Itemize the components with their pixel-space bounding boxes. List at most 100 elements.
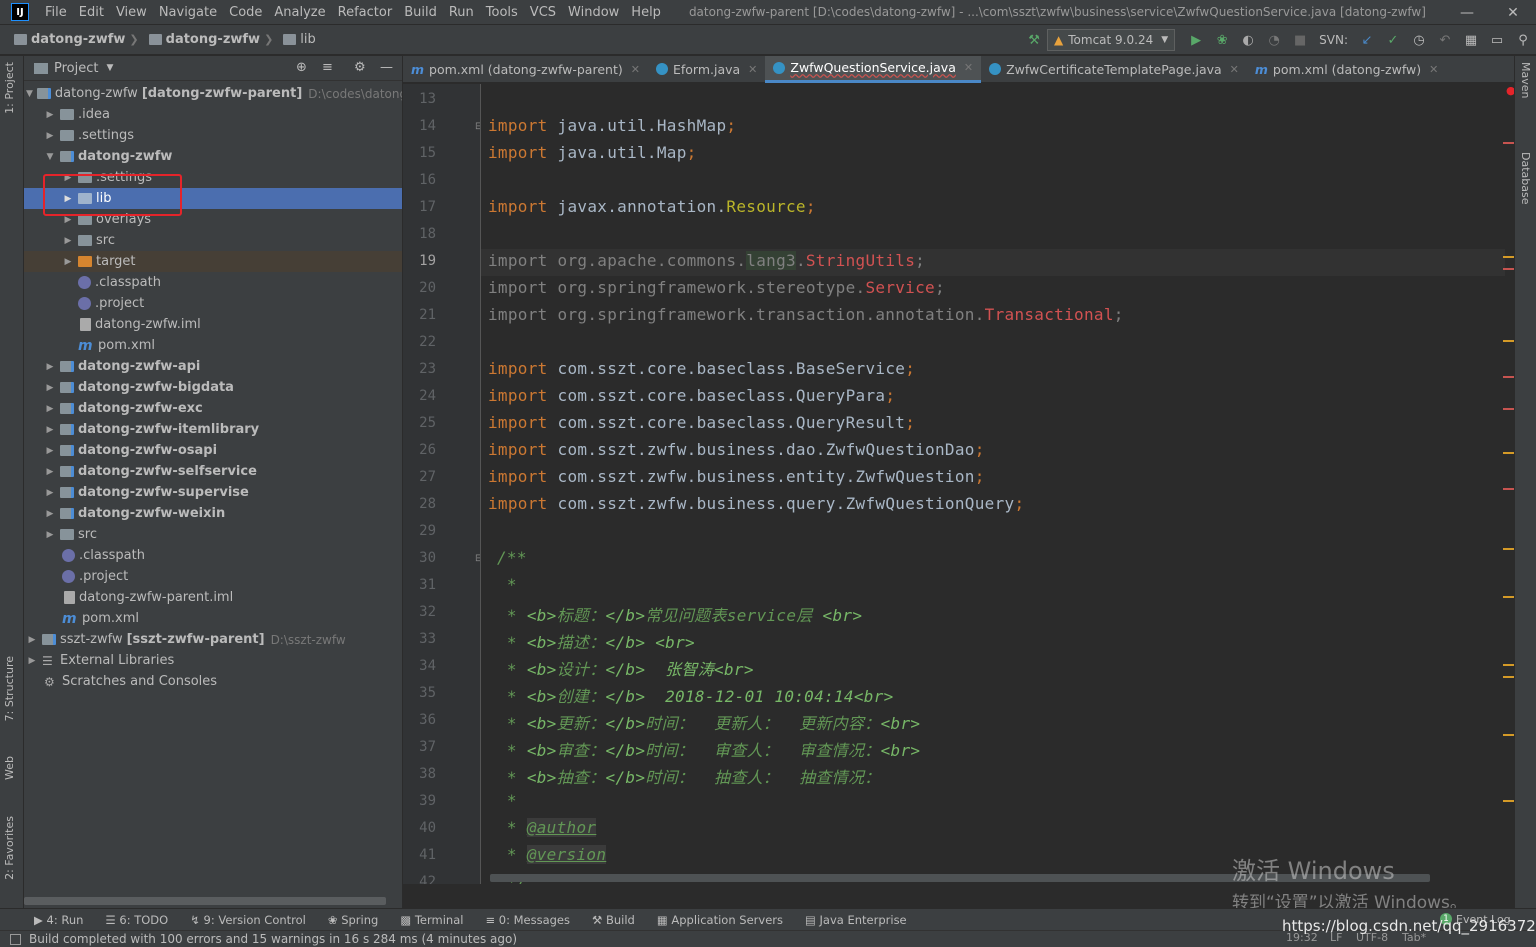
breadcrumb-item[interactable]: lib (300, 32, 315, 47)
tree-row-sszt-zwfw[interactable]: ▶ sszt-zwfw [sszt-zwfw-parent] D:\sszt-z… (24, 629, 402, 650)
menu-navigate[interactable]: Navigate (153, 0, 223, 25)
tree-row-classpath[interactable]: .classpath (24, 545, 402, 566)
tree-row-scratches[interactable]: ⚙ Scratches and Consoles (24, 671, 402, 692)
tab-project[interactable]: 1: Project (3, 62, 16, 114)
intellij-logo-icon[interactable]: IJ (11, 3, 29, 21)
tab-eform[interactable]: Eform.java ✕ (648, 56, 765, 83)
menu-window[interactable]: Window (562, 0, 625, 25)
error-indicator-icon[interactable]: ● (1506, 84, 1516, 98)
tree-row-idea[interactable]: ▶ .idea (24, 104, 402, 125)
collapsed-arrow-icon[interactable]: ▶ (44, 362, 56, 372)
tool-build[interactable]: ⚒ Build (592, 913, 635, 927)
restore-icon[interactable] (1446, 0, 1492, 25)
hammer-build-icon[interactable]: ⚒ (1023, 29, 1045, 51)
collapsed-arrow-icon[interactable]: ▶ (44, 488, 56, 498)
expanded-arrow-icon[interactable]: ▼ (44, 152, 56, 162)
menu-refactor[interactable]: Refactor (332, 0, 399, 25)
toggle-tool-windows-icon[interactable] (10, 933, 21, 945)
menu-help[interactable]: Help (625, 0, 667, 25)
coverage-icon[interactable]: ◐ (1237, 29, 1259, 51)
collapsed-arrow-icon[interactable]: ▶ (26, 656, 38, 666)
tool-version-control[interactable]: ↯ 9: Version Control (190, 913, 306, 927)
menu-view[interactable]: View (110, 0, 153, 25)
collapsed-arrow-icon[interactable]: ▶ (44, 404, 56, 414)
tool-application-servers[interactable]: ▦ Application Servers (657, 913, 783, 927)
tree-row-external-libraries[interactable]: ▶ ☰ External Libraries (24, 650, 402, 671)
hide-panel-icon[interactable]: — (380, 60, 393, 75)
locate-file-icon[interactable]: ⊕ (296, 60, 307, 75)
build-status-message[interactable]: Build completed with 100 errors and 15 w… (29, 932, 517, 946)
chevron-down-icon[interactable]: ▼ (106, 63, 113, 73)
svn-update-icon[interactable]: ↙ (1356, 29, 1378, 51)
debug-icon[interactable]: ❀ (1211, 29, 1233, 51)
tree-row-settings[interactable]: ▶ .settings (24, 125, 402, 146)
expanded-arrow-icon[interactable]: ▼ (26, 89, 33, 99)
presentation-icon[interactable]: ▭ (1486, 29, 1508, 51)
menu-vcs[interactable]: VCS (524, 0, 562, 25)
tab-web[interactable]: Web (3, 756, 16, 780)
tab-certificate-template-page[interactable]: ZwfwCertificateTemplatePage.java ✕ (981, 56, 1247, 83)
project-horizontal-scrollbar[interactable] (24, 897, 386, 905)
collapsed-arrow-icon[interactable]: ▶ (44, 509, 56, 519)
tree-row-module[interactable]: ▶ datong-zwfw-itemlibrary (24, 419, 402, 440)
close-tab-icon[interactable]: ✕ (1230, 63, 1239, 76)
run-configuration-select[interactable]: ▲ Tomcat 9.0.24 ▼ (1047, 29, 1176, 51)
tab-database[interactable]: Database (1519, 152, 1532, 205)
collapse-all-icon[interactable]: ≡ (322, 60, 333, 75)
close-tab-icon[interactable]: ✕ (1429, 63, 1438, 76)
tab-zwfw-question-service[interactable]: ZwfwQuestionService.java ✕ (765, 55, 982, 83)
tree-row-target[interactable]: ▶ target (24, 251, 402, 272)
close-tab-icon[interactable]: ✕ (631, 63, 640, 76)
tree-row-classpath[interactable]: .classpath (24, 272, 402, 293)
menu-edit[interactable]: Edit (73, 0, 110, 25)
collapsed-arrow-icon[interactable]: ▶ (44, 446, 56, 456)
collapsed-arrow-icon[interactable]: ▶ (44, 131, 56, 141)
tree-row-datong-zwfw[interactable]: ▼ datong-zwfw (24, 146, 402, 167)
breadcrumb-item[interactable]: datong-zwfw (166, 32, 260, 47)
svn-commit-icon[interactable]: ✓ (1382, 29, 1404, 51)
tree-row-iml[interactable]: datong-zwfw-parent.iml (24, 587, 402, 608)
collapsed-arrow-icon[interactable]: ▶ (26, 635, 38, 645)
menu-analyze[interactable]: Analyze (268, 0, 331, 25)
tree-row-module[interactable]: ▶ datong-zwfw-api (24, 356, 402, 377)
menu-build[interactable]: Build (398, 0, 443, 25)
tree-row-module[interactable]: ▶ datong-zwfw-exc (24, 398, 402, 419)
search-icon[interactable]: ⚲ (1512, 29, 1534, 51)
gear-icon[interactable]: ⚙ (354, 60, 366, 75)
close-tab-icon[interactable]: ✕ (748, 63, 757, 76)
tool-java-enterprise[interactable]: ▤ Java Enterprise (805, 913, 907, 927)
collapsed-arrow-icon[interactable]: ▶ (44, 383, 56, 393)
menu-code[interactable]: Code (223, 0, 268, 25)
tab-pom-module[interactable]: m pom.xml (datong-zwfw) ✕ (1247, 56, 1446, 83)
tree-row-module[interactable]: ▶ datong-zwfw-supervise (24, 482, 402, 503)
menu-file[interactable]: File (39, 0, 73, 25)
line-number-gutter[interactable]: 13 14 15 16 17 18 19 20 21 22 23 24 25 2… (403, 84, 481, 884)
tool-todo[interactable]: ☰ 6: TODO (105, 913, 168, 927)
tab-pom-parent[interactable]: m pom.xml (datong-zwfw-parent) ✕ (403, 56, 648, 83)
tree-row-iml[interactable]: datong-zwfw.iml (24, 314, 402, 335)
collapsed-arrow-icon[interactable]: ▶ (62, 215, 74, 225)
tree-row-module[interactable]: ▶ datong-zwfw-weixin (24, 503, 402, 524)
tree-row-pom[interactable]: m pom.xml (24, 608, 402, 629)
revert-icon[interactable]: ↶ (1434, 29, 1456, 51)
menu-tools[interactable]: Tools (480, 0, 524, 25)
tab-structure[interactable]: 7: Structure (3, 656, 16, 721)
collapsed-arrow-icon[interactable]: ▶ (44, 110, 56, 120)
code-editor[interactable]: import java.util.HashMap; import java.ut… (481, 84, 1505, 884)
tool-run[interactable]: ▶ 4: Run (34, 913, 83, 927)
tree-row-src[interactable]: ▶ src (24, 524, 402, 545)
tool-messages[interactable]: ≡ 0: Messages (485, 913, 570, 927)
collapsed-arrow-icon[interactable]: ▶ (62, 257, 74, 267)
history-icon[interactable]: ◷ (1408, 29, 1430, 51)
tab-maven[interactable]: Maven (1519, 62, 1532, 98)
tree-row-project[interactable]: .project (24, 293, 402, 314)
close-tab-icon[interactable]: ✕ (964, 61, 973, 74)
menu-run[interactable]: Run (443, 0, 480, 25)
breadcrumb-item[interactable]: datong-zwfw (31, 32, 125, 47)
collapsed-arrow-icon[interactable]: ▶ (44, 425, 56, 435)
project-structure-icon[interactable]: ▦ (1460, 29, 1482, 51)
project-panel-title[interactable]: Project (54, 61, 98, 76)
tree-row-module[interactable]: ▶ datong-zwfw-bigdata (24, 377, 402, 398)
tool-terminal[interactable]: ▩ Terminal (400, 913, 463, 927)
close-window-icon[interactable]: ✕ (1490, 0, 1536, 25)
